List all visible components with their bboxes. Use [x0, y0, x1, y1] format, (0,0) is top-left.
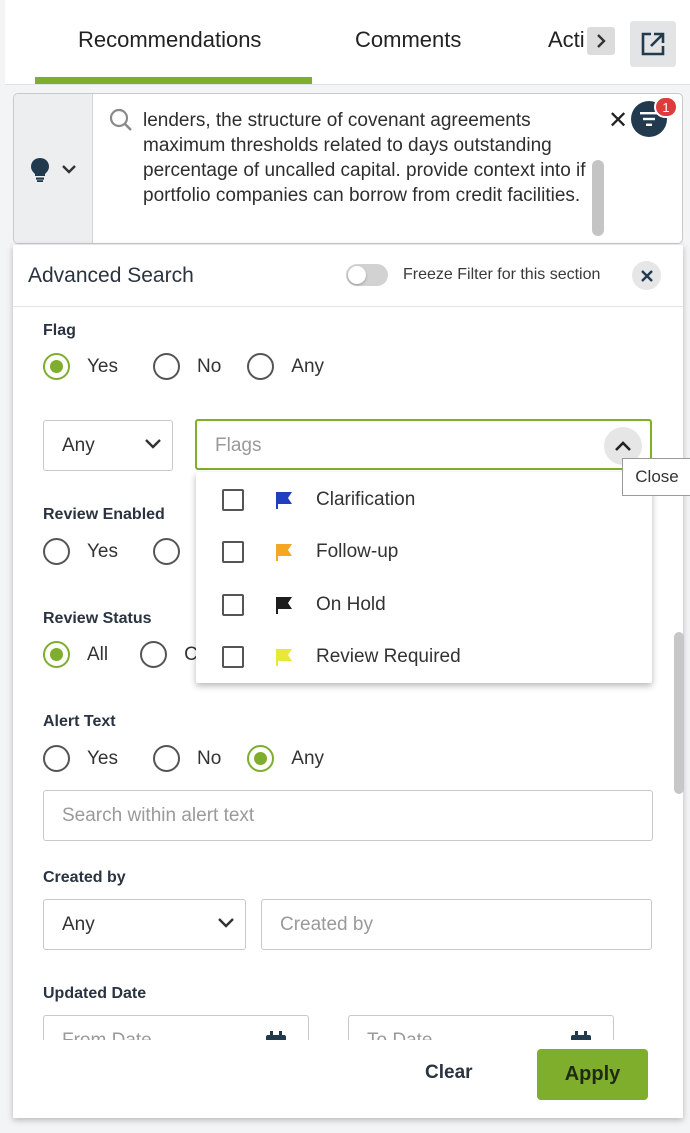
flag-option-label: On Hold	[316, 594, 386, 615]
alert-text-label: Alert Text	[43, 713, 116, 730]
tab-bar: Recommendations Comments Acti	[5, 0, 690, 85]
flag-option-review-required[interactable]: Review Required	[196, 631, 652, 683]
review-status-label: Review Status	[43, 610, 152, 627]
select-value: Any	[62, 913, 95, 935]
chevron-right-icon	[597, 34, 606, 48]
radio-label: All	[87, 643, 109, 665]
flags-placeholder: Flags	[215, 435, 262, 456]
query-type-selector[interactable]	[14, 94, 93, 243]
radio-button[interactable]	[140, 641, 168, 668]
flag-icon	[276, 649, 292, 666]
radio-label: Yes	[87, 540, 118, 562]
flag-icon	[276, 492, 292, 509]
created-by-placeholder: Created by	[280, 914, 373, 935]
open-in-new-icon	[641, 32, 665, 56]
radio-button[interactable]	[43, 745, 70, 772]
radio-button[interactable]	[43, 353, 70, 380]
flag-radio-no[interactable]: No	[153, 353, 221, 380]
flag-option-on-hold[interactable]: On Hold	[196, 579, 652, 631]
filter-count-badge: 1	[654, 96, 678, 118]
checkbox[interactable]	[222, 646, 244, 668]
close-tooltip: Close	[622, 458, 690, 496]
created-by-label: Created by	[43, 869, 126, 886]
radio-button[interactable]	[153, 745, 180, 772]
flag-icon	[276, 544, 292, 561]
flag-option-label: Clarification	[316, 489, 416, 510]
alert-text-placeholder: Search within alert text	[62, 805, 255, 826]
review-enabled-radio-yes[interactable]: Yes	[43, 538, 118, 565]
flag-icon	[276, 597, 292, 614]
chevron-down-icon	[218, 918, 234, 928]
clear-query-icon[interactable]: ✕	[608, 106, 628, 135]
app-root: Recommendations Comments Acti lenders, t…	[0, 0, 690, 1133]
radio-label: Any	[291, 355, 325, 377]
flag-radio-any[interactable]: Any	[247, 353, 324, 380]
radio-button[interactable]	[247, 353, 275, 380]
lightbulb-icon	[31, 157, 49, 182]
alert-text-radio-yes[interactable]: Yes	[43, 745, 118, 772]
query-box: lenders, the structure of covenant agree…	[13, 93, 683, 244]
radio-label: Any	[291, 747, 325, 769]
toggle-knob	[348, 266, 366, 284]
flag-radio-group: Yes No Any	[43, 353, 324, 380]
radio-button[interactable]	[43, 641, 70, 668]
review-status-radio-all[interactable]: All	[43, 641, 108, 668]
checkbox[interactable]	[222, 594, 244, 616]
alert-text-radio-any[interactable]: Any	[247, 745, 324, 772]
flag-option-label: Review Required	[316, 646, 461, 667]
flag-option-clarification[interactable]: Clarification	[196, 474, 652, 526]
created-by-input[interactable]: Created by	[261, 899, 652, 950]
clear-button[interactable]: Clear	[425, 1062, 473, 1084]
popout-button[interactable]	[630, 21, 676, 67]
radio-button[interactable]	[43, 538, 70, 565]
radio-label: No	[197, 747, 222, 769]
flags-dropdown: Clarification Follow-up On Hold Review R…	[196, 472, 652, 683]
close-icon	[640, 269, 653, 282]
apply-button[interactable]: Apply	[537, 1049, 648, 1100]
flag-section-label: Flag	[43, 322, 76, 339]
checkbox[interactable]	[222, 489, 244, 511]
alert-text-radio-group: Yes No Any	[43, 745, 324, 772]
radio-label: Yes	[87, 355, 118, 377]
search-icon	[109, 108, 132, 131]
chevron-down-icon	[145, 439, 161, 449]
radio-button[interactable]	[247, 745, 275, 772]
flag-radio-yes[interactable]: Yes	[43, 353, 118, 380]
tab-comments[interactable]: Comments	[355, 27, 461, 53]
review-enabled-radio-group: Yes N	[43, 538, 211, 565]
checkbox[interactable]	[222, 541, 244, 563]
flag-match-select[interactable]: Any	[43, 420, 173, 471]
query-text[interactable]: lenders, the structure of covenant agree…	[143, 108, 593, 208]
tab-activity[interactable]: Acti	[548, 27, 585, 53]
radio-label: Yes	[87, 747, 118, 769]
panel-footer: Clear Apply	[13, 1040, 683, 1118]
select-value: Any	[62, 434, 95, 456]
tab-scroll-right-button[interactable]	[587, 27, 615, 55]
alert-text-search-input[interactable]: Search within alert text	[43, 790, 653, 841]
query-scrollbar[interactable]	[592, 160, 604, 236]
freeze-filter-label: Freeze Filter for this section	[403, 266, 601, 283]
tab-recommendations[interactable]: Recommendations	[78, 27, 261, 53]
chevron-down-icon	[62, 164, 76, 174]
alert-text-radio-no[interactable]: No	[153, 745, 221, 772]
flags-multiselect[interactable]: Flags	[195, 419, 652, 470]
radio-label: No	[197, 355, 222, 377]
review-status-radio-group: All Co	[43, 641, 208, 668]
radio-button[interactable]	[153, 538, 180, 565]
chevron-up-icon	[615, 441, 631, 451]
flag-option-label: Follow-up	[316, 541, 399, 562]
radio-button[interactable]	[153, 353, 180, 380]
panel-title: Advanced Search	[28, 264, 194, 287]
review-enabled-label: Review Enabled	[43, 506, 165, 523]
freeze-filter-toggle[interactable]	[346, 264, 388, 286]
panel-scrollbar[interactable]	[674, 632, 684, 794]
flag-option-follow-up[interactable]: Follow-up	[196, 526, 652, 578]
close-panel-button[interactable]	[632, 261, 661, 290]
advanced-search-header: Advanced Search Freeze Filter for this s…	[13, 245, 683, 307]
updated-date-label: Updated Date	[43, 985, 147, 1002]
created-by-select[interactable]: Any	[43, 899, 246, 950]
active-tab-indicator	[35, 77, 312, 84]
